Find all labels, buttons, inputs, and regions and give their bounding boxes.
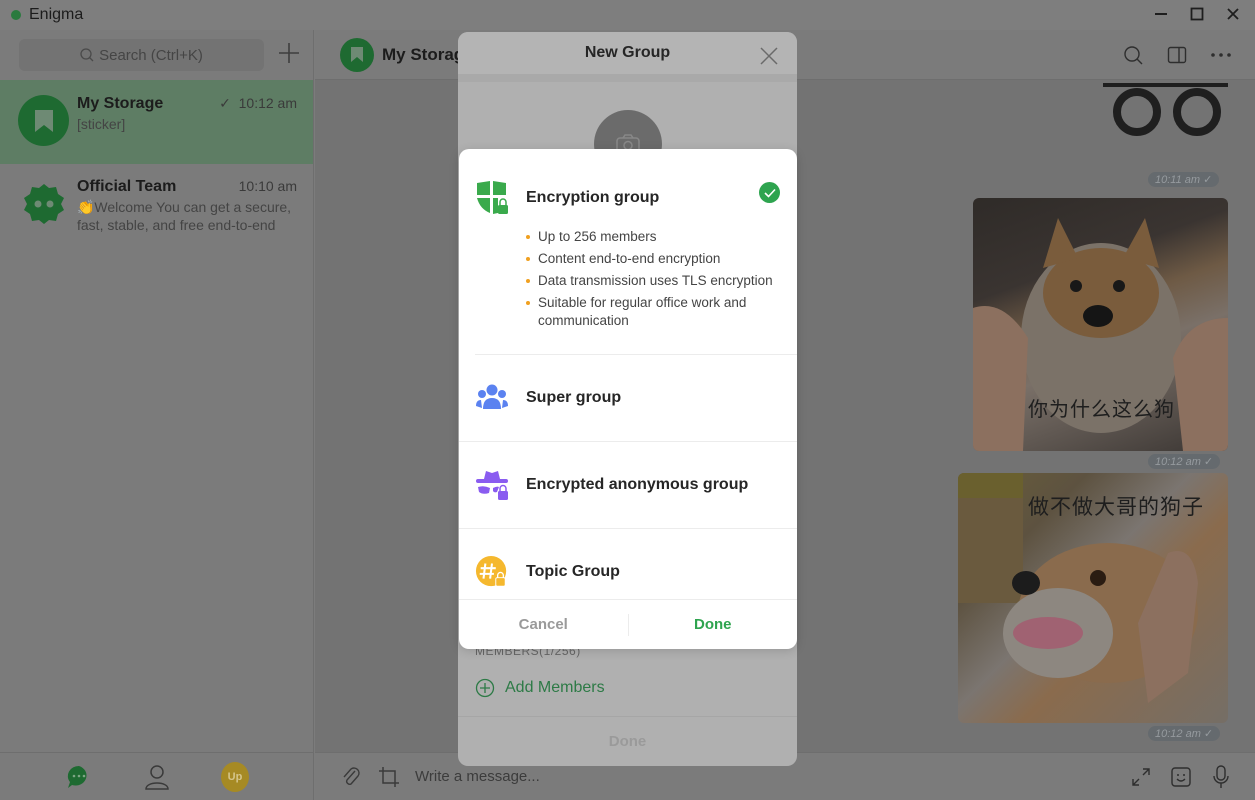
message-time: 10:12 am ✓: [1148, 454, 1221, 469]
sidepanel-icon: [1167, 46, 1187, 64]
add-circle-icon: [475, 678, 495, 698]
search-input[interactable]: Search (Ctrl+K): [19, 39, 264, 71]
crop-screenshot-button[interactable]: [377, 765, 401, 789]
minimize-icon: [1155, 13, 1167, 15]
maximize-button[interactable]: [1189, 4, 1205, 24]
option-label: Topic Group: [526, 563, 620, 580]
close-dialog-button[interactable]: [759, 46, 779, 71]
contacts-tab[interactable]: [143, 763, 171, 791]
dialog-done-button[interactable]: Done: [458, 716, 797, 766]
bottom-nav: Up: [0, 752, 314, 800]
title-bar: Enigma: [0, 0, 1255, 30]
bookmark-icon: [34, 109, 53, 132]
emoji-button[interactable]: [1169, 765, 1193, 789]
crop-icon: [379, 766, 399, 787]
close-icon: [760, 47, 778, 65]
microphone-icon: [1213, 765, 1229, 788]
profile-avatar: Up: [221, 761, 249, 792]
option-label: Encrypted anonymous group: [526, 476, 749, 493]
image-caption: 你为什么这么狗: [1028, 399, 1175, 421]
option-super-group[interactable]: Super group: [459, 355, 797, 441]
feature-list: Up to 256 members Content end-to-end enc…: [525, 228, 797, 354]
official-bot-icon: [23, 183, 64, 224]
chat-name: Official Team: [77, 178, 177, 195]
selected-check-icon: [759, 182, 780, 203]
app-logo-icon: [11, 10, 21, 20]
group-type-popup: Encryption group Up to 256 members Conte…: [459, 149, 797, 649]
chat-time-value: 10:12 am: [238, 95, 297, 111]
plus-icon: [279, 43, 299, 63]
image-caption: 做不做大哥的狗子: [1028, 496, 1204, 519]
sticker-message[interactable]: [1103, 82, 1228, 137]
feature-item: Up to 256 members: [525, 228, 797, 246]
read-check-icon: ✓: [219, 95, 231, 111]
voice-message-button[interactable]: [1209, 765, 1233, 789]
done-button[interactable]: Done: [629, 616, 798, 633]
option-encrypted-anonymous-group[interactable]: Encrypted anonymous group: [459, 442, 797, 528]
message-time: 10:12 am ✓: [1148, 726, 1221, 741]
sidebar: Search (Ctrl+K) My Storage ✓ 10:12 am [s…: [0, 30, 314, 800]
avatar: [18, 95, 69, 146]
maximize-icon: [1190, 7, 1204, 21]
close-window-button[interactable]: [1225, 4, 1241, 24]
hashtag-lock-icon: [475, 555, 507, 587]
chat-preview: 👏Welcome You can get a secure, fast, sta…: [77, 199, 292, 233]
add-members-button[interactable]: Add Members: [475, 678, 605, 698]
people-group-icon: [476, 384, 508, 409]
feature-item: Suitable for regular office work and com…: [525, 294, 797, 330]
feature-item: Data transmission uses TLS encryption: [525, 272, 797, 290]
expand-icon: [1132, 768, 1150, 786]
chat-name: My Storage: [77, 95, 164, 112]
sticker-image: [1103, 83, 1228, 136]
bookmark-icon: [351, 47, 363, 62]
option-encryption-group[interactable]: Encryption group Up to 256 members Conte…: [459, 149, 797, 354]
cancel-button[interactable]: Cancel: [459, 616, 628, 633]
person-icon: [145, 764, 169, 790]
profile-tab[interactable]: Up: [221, 761, 249, 792]
conversation-avatar: [340, 37, 374, 72]
more-options-button[interactable]: [1209, 43, 1233, 67]
dialog-title: New Group: [584, 44, 671, 61]
chat-time: ✓ 10:12 am: [219, 95, 297, 112]
chats-tab[interactable]: [65, 763, 93, 791]
search-icon: [1124, 46, 1143, 65]
app-title: Enigma: [29, 6, 84, 23]
close-icon: [1227, 8, 1239, 20]
search-icon: [80, 48, 94, 62]
attach-button[interactable]: [339, 765, 363, 789]
anonymous-lock-icon: [476, 471, 508, 500]
popup-actions: Cancel Done: [459, 599, 797, 649]
option-label: Super group: [526, 389, 622, 406]
shield-lock-icon: [477, 181, 508, 214]
image-message[interactable]: 做不做大哥的狗子: [958, 473, 1228, 723]
option-label: Encryption group: [526, 189, 660, 206]
image-message[interactable]: 你为什么这么狗: [973, 198, 1228, 451]
chat-time: 10:10 am: [238, 178, 297, 194]
search-messages-button[interactable]: [1121, 43, 1145, 67]
more-horizontal-icon: [1211, 53, 1231, 57]
chat-preview: [sticker]: [77, 116, 126, 132]
paperclip-icon: [343, 766, 360, 785]
message-input[interactable]: [415, 768, 1015, 785]
new-chat-button[interactable]: [278, 41, 300, 69]
feature-item: Content end-to-end encryption: [525, 250, 797, 268]
chat-item-official-team[interactable]: Official Team 10:10 am 👏Welcome You can …: [0, 164, 313, 248]
avatar: [18, 178, 69, 229]
toggle-sidepanel-button[interactable]: [1165, 43, 1189, 67]
emoji-icon: [1171, 767, 1191, 787]
chat-bubble-icon: [67, 765, 87, 788]
expand-composer-button[interactable]: [1129, 765, 1153, 789]
chat-item-my-storage[interactable]: My Storage ✓ 10:12 am [sticker]: [0, 80, 313, 164]
message-time: 10:11 am ✓: [1148, 172, 1220, 187]
minimize-button[interactable]: [1153, 4, 1169, 24]
add-members-label: Add Members: [505, 679, 605, 696]
search-placeholder: Search (Ctrl+K): [99, 46, 203, 64]
